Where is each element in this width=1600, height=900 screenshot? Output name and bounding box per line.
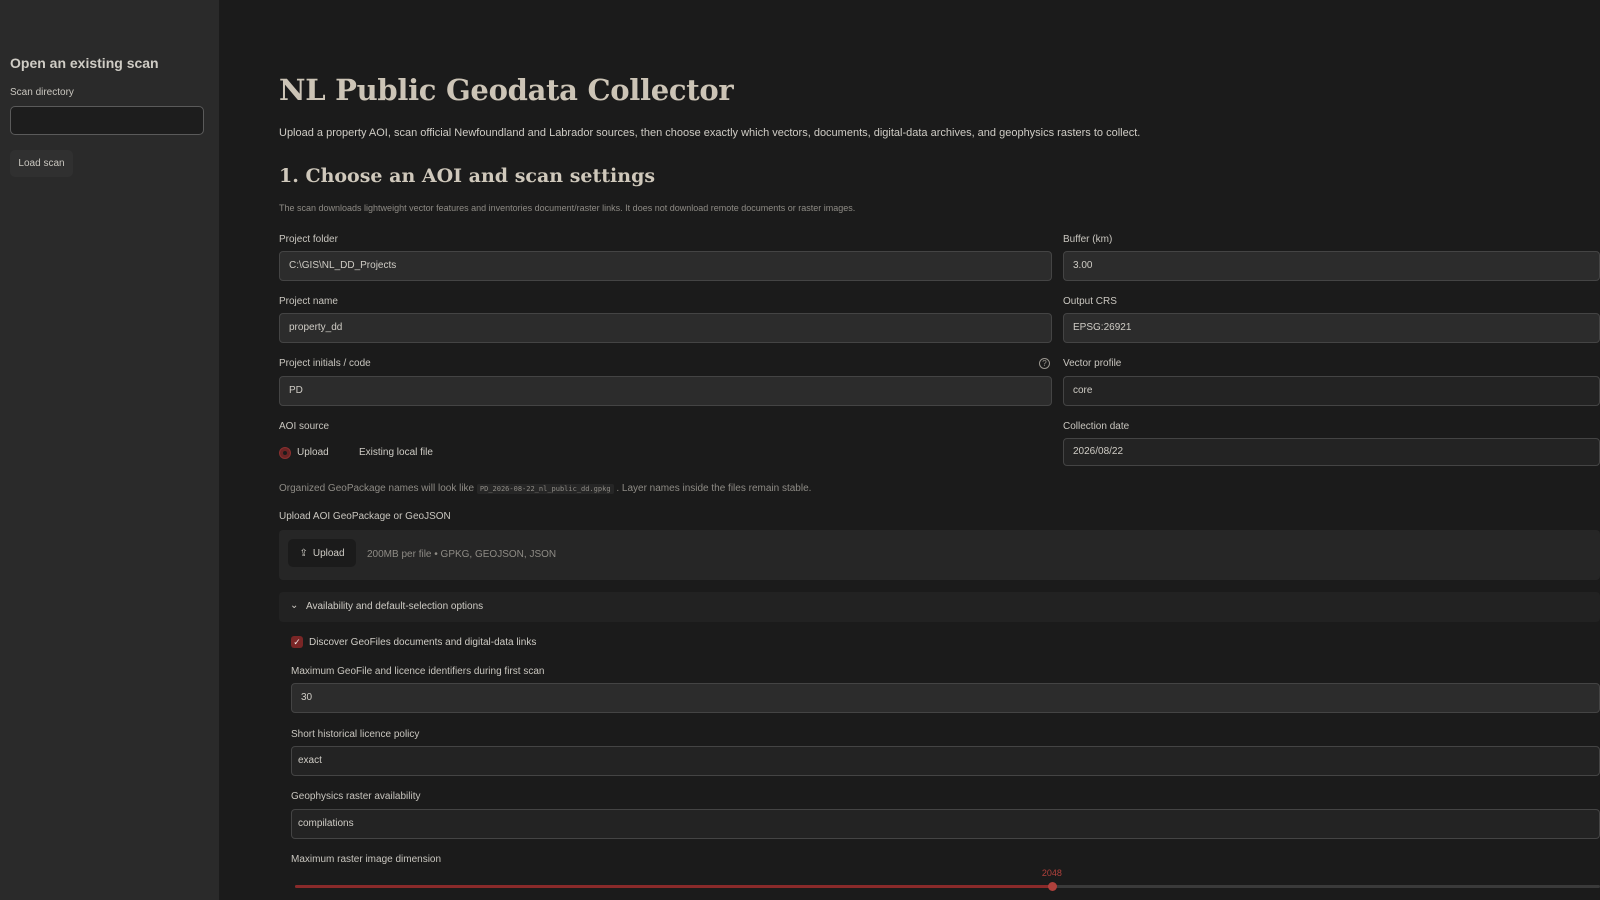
project-initials-label: Project initials / code — [279, 358, 371, 369]
output-crs-input[interactable]: EPSG:26921 — [1063, 313, 1600, 343]
section-caption: The scan downloads lightweight vector fe… — [279, 203, 856, 213]
radio-existing-file-label[interactable]: Existing local file — [359, 447, 433, 458]
project-folder-label: Project folder — [279, 234, 338, 245]
naming-note: Organized GeoPackage names will look lik… — [279, 483, 811, 494]
discover-checkbox[interactable]: ✓ — [291, 636, 303, 648]
sidebar-title: Open an existing scan — [10, 55, 159, 71]
vector-profile-select[interactable]: core — [1063, 376, 1600, 406]
discover-checkbox-label[interactable]: Discover GeoFiles documents and digital-… — [309, 637, 536, 648]
output-crs-label: Output CRS — [1063, 296, 1117, 307]
section-heading: 1. Choose an AOI and scan settings — [279, 165, 656, 187]
intro-text: Upload a property AOI, scan official New… — [279, 127, 1141, 139]
historical-policy-label: Short historical licence policy — [291, 729, 420, 740]
project-initials-input[interactable]: PD — [279, 376, 1052, 406]
max-raster-slider[interactable] — [295, 882, 1600, 891]
expander-label: Availability and default-selection optio… — [306, 601, 484, 612]
upload-label: Upload AOI GeoPackage or GeoJSON — [279, 511, 451, 522]
slider-thumb[interactable] — [1047, 882, 1057, 891]
project-name-label: Project name — [279, 296, 338, 307]
upload-icon: ⇪ — [299, 547, 308, 559]
page-title: NL Public Geodata Collector — [279, 73, 734, 107]
historical-policy-select[interactable]: exact — [291, 746, 1600, 776]
sidebar: Open an existing scan Scan directory Loa… — [0, 0, 219, 900]
geophysics-availability-label: Geophysics raster availability — [291, 791, 421, 802]
upload-button[interactable]: ⇪ Upload — [288, 539, 356, 567]
collection-date-label: Collection date — [1063, 421, 1130, 432]
max-raster-label: Maximum raster image dimension — [291, 854, 442, 865]
max-geofile-input[interactable]: 30 — [291, 683, 1600, 713]
availability-expander[interactable]: ⌄ Availability and default-selection opt… — [279, 592, 1600, 622]
max-geofile-label: Maximum GeoFile and licence identifiers … — [291, 666, 545, 677]
scan-directory-label: Scan directory — [10, 87, 74, 98]
naming-note-prefix: Organized GeoPackage names will look lik… — [279, 483, 475, 494]
buffer-input[interactable]: 3.00 — [1063, 251, 1600, 281]
buffer-label: Buffer (km) — [1063, 234, 1113, 245]
vector-profile-label: Vector profile — [1063, 358, 1122, 369]
radio-upload-label[interactable]: Upload — [297, 447, 329, 458]
main-content: NL Public Geodata Collector Upload a pro… — [219, 0, 1600, 900]
slider-fill — [295, 885, 1052, 888]
naming-note-suffix: . Layer names inside the files remain st… — [616, 483, 812, 494]
scan-directory-input[interactable] — [10, 106, 204, 135]
upload-button-label: Upload — [312, 547, 345, 559]
aoi-source-label: AOI source — [279, 421, 330, 432]
max-raster-value: 2048 — [1041, 868, 1062, 878]
geophysics-availability-select[interactable]: compilations — [291, 809, 1600, 839]
radio-upload[interactable] — [279, 447, 291, 459]
upload-hint: 200MB per file • GPKG, GEOJSON, JSON — [367, 549, 557, 560]
upload-dropzone[interactable]: ⇪ Upload 200MB per file • GPKG, GEOJSON, … — [279, 530, 1600, 580]
collection-date-input[interactable]: 2026/08/22 — [1063, 438, 1600, 466]
project-name-input[interactable]: property_dd — [279, 313, 1052, 343]
load-scan-button[interactable]: Load scan — [10, 150, 73, 177]
project-folder-input[interactable]: C:\GIS\NL_DD_Projects — [279, 251, 1052, 281]
chevron-down-icon: ⌄ — [290, 600, 299, 611]
question-circle-icon[interactable]: ? — [1039, 358, 1050, 369]
naming-example: PD_2026-08-22_nl_public_dd.gpkg — [476, 484, 614, 494]
